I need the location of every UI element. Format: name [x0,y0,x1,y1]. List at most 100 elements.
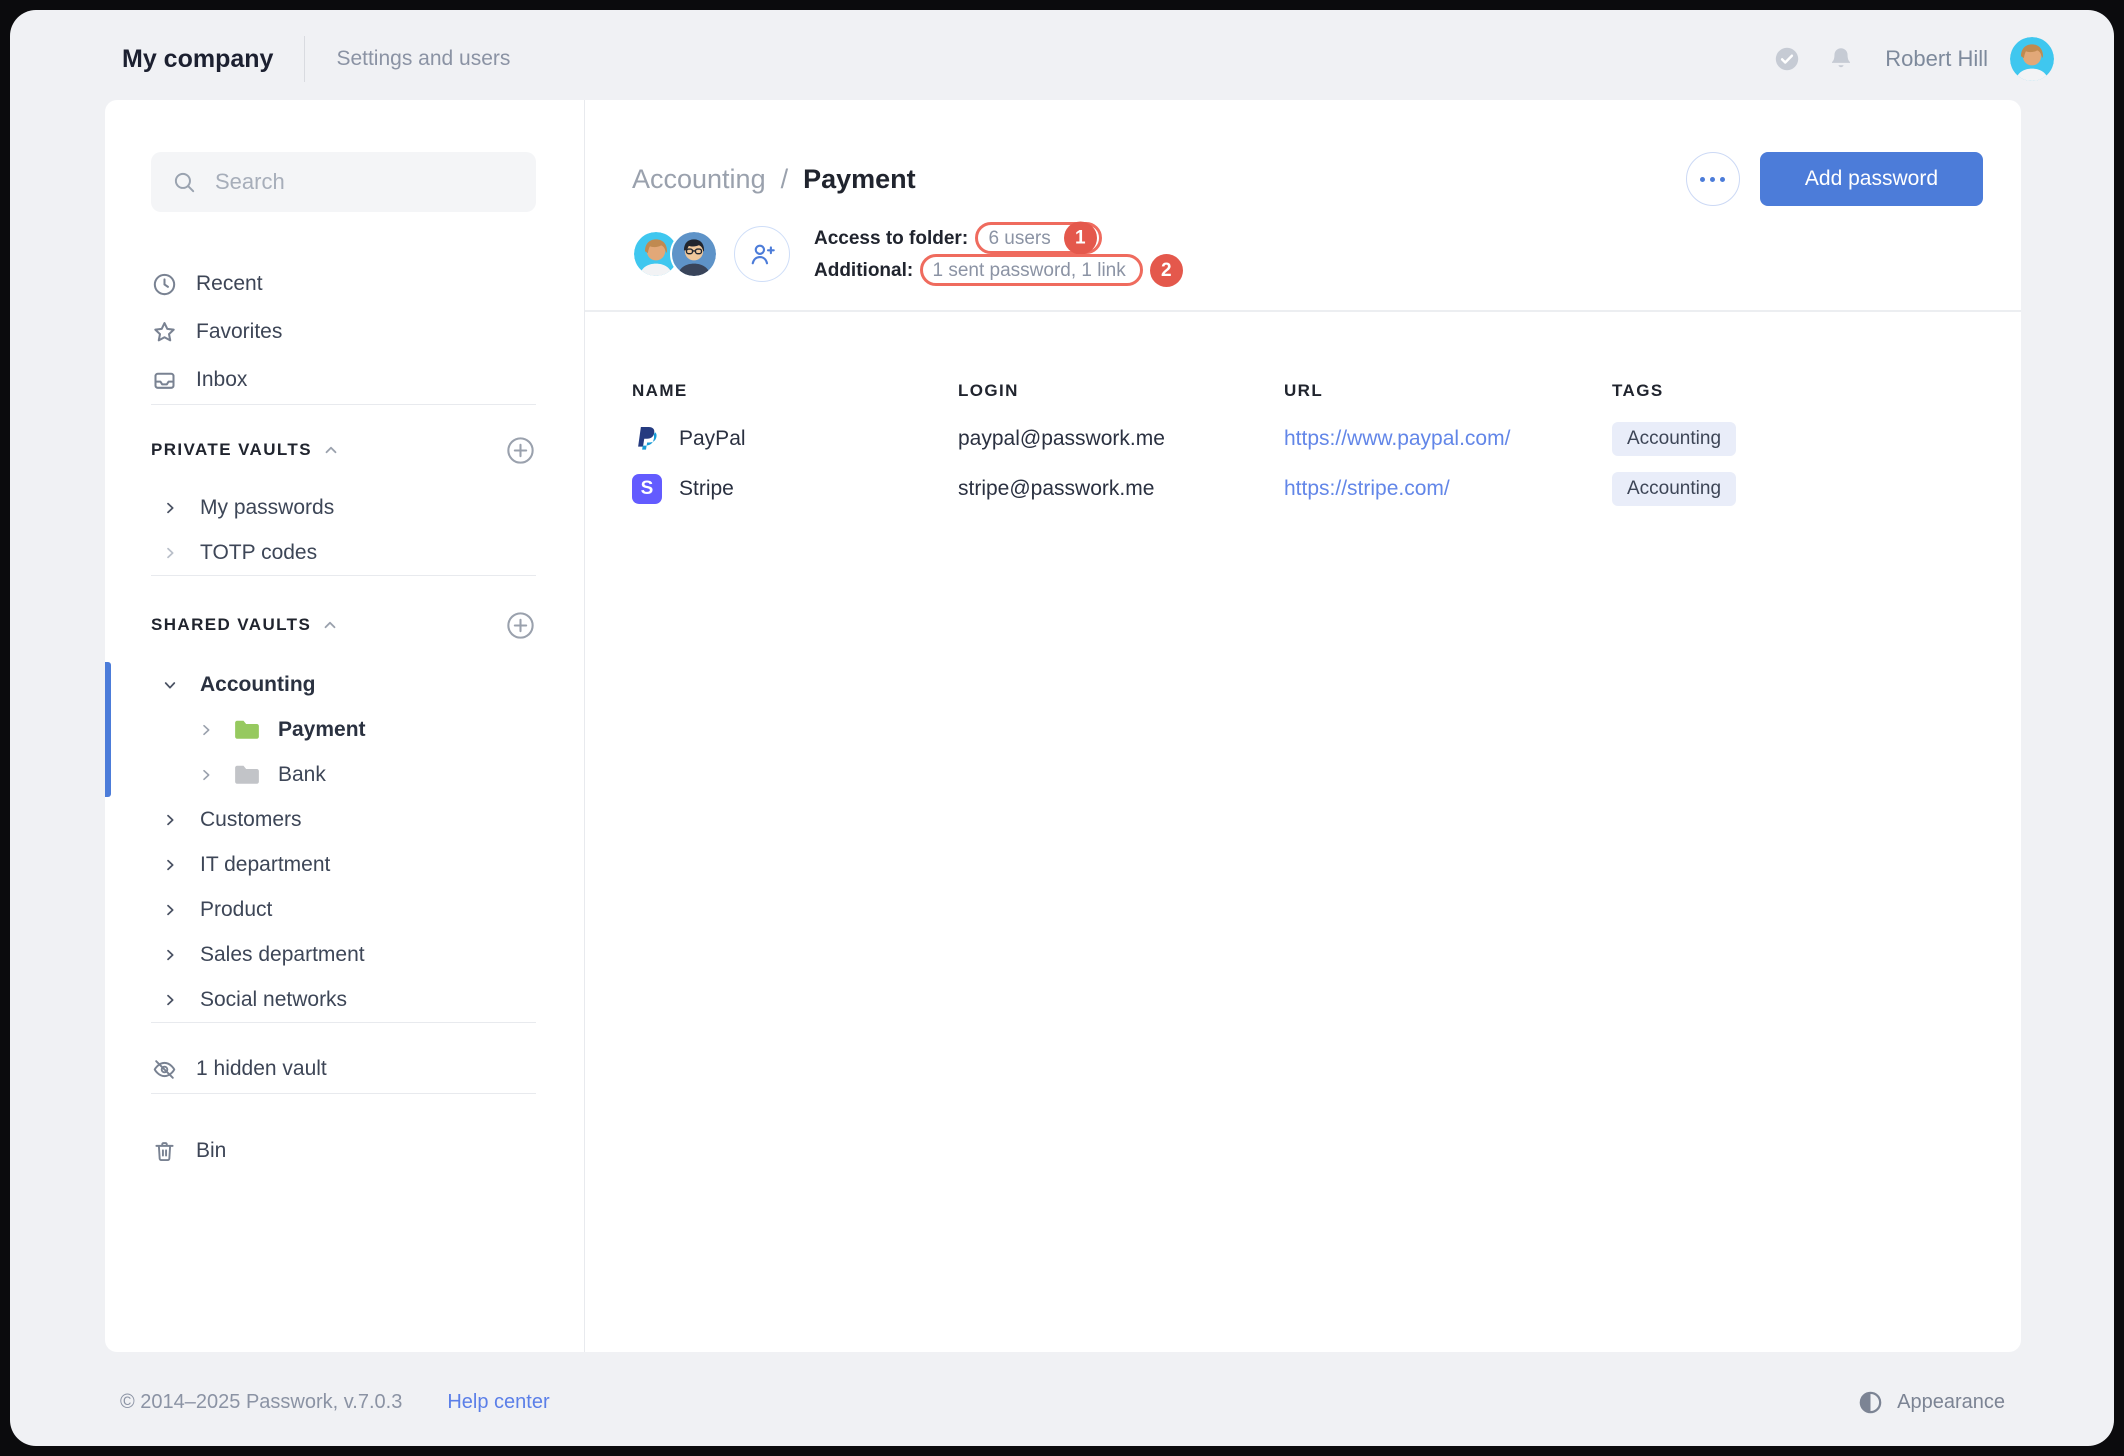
additional-label: Additional: [814,256,918,285]
stripe-icon: S [632,474,662,504]
person-add-icon [747,239,777,269]
chevron-right-icon [162,902,178,918]
chevron-up-icon [321,616,339,634]
passwords-table: NAME LOGIN URL TAGS PayPal paypal@passwo… [632,368,1981,514]
section-title: SHARED VAULTS [151,615,311,635]
sidebar-item-label: Inbox [196,368,247,392]
sidebar-item-customers[interactable]: Customers [151,797,536,842]
vault-label: Accounting [200,673,316,697]
vault-label: Social networks [200,988,347,1012]
inbox-icon [151,367,178,394]
sidebar-item-bin[interactable]: Bin [151,1127,536,1175]
page-title: Payment [803,164,916,195]
footer: © 2014–2025 Passwork, v.7.0.3 Help cente… [10,1352,2114,1446]
annotation-highlight-1: 6 users 1 [975,222,1101,254]
entry-login: paypal@passwork.me [958,427,1284,451]
star-icon [151,319,178,346]
chevron-right-icon [198,722,214,738]
add-shared-vault-button[interactable] [505,610,536,641]
table-header-row: NAME LOGIN URL TAGS [632,368,1981,414]
sidebar-item-inbox[interactable]: Inbox [151,356,536,404]
sidebar-item-totp-codes[interactable]: TOTP codes [151,530,536,575]
add-private-vault-button[interactable] [505,435,536,466]
sidebar-item-recent[interactable]: Recent [151,260,536,308]
sidebar-item-label: Recent [196,272,263,296]
search-box[interactable] [151,152,536,212]
column-header-login: LOGIN [958,381,1284,401]
hidden-vault-toggle[interactable]: 1 hidden vault [151,1045,536,1093]
more-options-button[interactable] [1686,152,1740,206]
chevron-right-icon [162,545,178,561]
sidebar-item-payment[interactable]: Payment [151,707,536,752]
sidebar: Recent Favorites Inbox PRIVATE VAULTS [105,100,585,1352]
vault-label: Customers [200,808,302,832]
bin-label: Bin [196,1139,226,1163]
folder-label: Payment [278,718,366,742]
column-header-name: NAME [632,381,958,401]
vault-label: My passwords [200,496,334,520]
user-name[interactable]: Robert Hill [1885,46,1988,72]
main-panel: Accounting / Payment Add password [585,100,2021,1352]
search-input[interactable] [213,168,516,196]
sidebar-item-sales-department[interactable]: Sales department [151,932,536,977]
sidebar-divider [151,404,536,405]
active-vault-indicator [105,662,111,797]
settings-and-users-link[interactable]: Settings and users [336,47,510,71]
check-circle-icon[interactable] [1773,45,1801,73]
section-title: PRIVATE VAULTS [151,440,312,460]
shared-vaults-header[interactable]: SHARED VAULTS [151,602,536,648]
vault-label: TOTP codes [200,541,317,565]
sidebar-divider [151,1093,536,1094]
entry-url-link[interactable]: https://www.paypal.com/ [1284,427,1612,451]
column-header-url: URL [1284,381,1612,401]
entry-name: Stripe [679,477,734,501]
entry-tag[interactable]: Accounting [1612,422,1736,456]
search-icon [171,169,197,195]
annotation-highlight-2: 1 sent password, 1 link [920,254,1142,286]
private-vaults-header[interactable]: PRIVATE VAULTS [151,427,536,473]
table-row-stripe[interactable]: S Stripe stripe@passwork.me https://stri… [632,464,1981,514]
add-password-button[interactable]: Add password [1760,152,1983,206]
sidebar-item-social-networks[interactable]: Social networks [151,977,536,1022]
bell-icon[interactable] [1827,45,1855,73]
sidebar-item-favorites[interactable]: Favorites [151,308,536,356]
additional-link[interactable]: 1 sent password, 1 link [932,256,1125,285]
appearance-toggle[interactable]: Appearance [1857,1389,2005,1416]
avatar [670,230,718,278]
breadcrumb-parent[interactable]: Accounting [632,164,766,195]
chevron-down-icon [162,677,178,693]
column-header-tags: TAGS [1612,381,1981,401]
sidebar-item-my-passwords[interactable]: My passwords [151,485,536,530]
entry-login: stripe@passwork.me [958,477,1284,501]
entry-tag[interactable]: Accounting [1612,472,1736,506]
chevron-right-icon [162,992,178,1008]
user-avatar[interactable] [2010,37,2054,81]
chevron-up-icon [322,441,340,459]
sidebar-item-bank[interactable]: Bank [151,752,536,797]
vault-label: Sales department [200,943,365,967]
entry-url-link[interactable]: https://stripe.com/ [1284,477,1612,501]
company-logo[interactable]: My company [122,45,273,74]
hidden-vault-label: 1 hidden vault [196,1057,327,1081]
access-label: Access to folder: [814,224,973,253]
sidebar-item-it-department[interactable]: IT department [151,842,536,887]
sidebar-item-label: Favorites [196,320,282,344]
contrast-icon [1857,1389,1884,1416]
folder-icon [232,715,262,745]
breadcrumb: Accounting / Payment [632,164,916,195]
folder-label: Bank [278,763,326,787]
sidebar-item-product[interactable]: Product [151,887,536,932]
add-user-button[interactable] [734,226,790,282]
access-users-link[interactable]: 6 users [988,224,1050,253]
chevron-right-icon [162,500,178,516]
vault-label: Product [200,898,272,922]
chevron-right-icon [162,812,178,828]
table-row-paypal[interactable]: PayPal paypal@passwork.me https://www.pa… [632,414,1981,464]
help-center-link[interactable]: Help center [447,1391,549,1414]
paypal-icon [632,424,662,454]
folder-icon [232,760,262,790]
topbar: My company Settings and users Robert Hil… [10,10,2114,100]
sidebar-item-accounting[interactable]: Accounting [151,662,536,707]
main-divider [585,310,2021,312]
chevron-right-icon [162,857,178,873]
